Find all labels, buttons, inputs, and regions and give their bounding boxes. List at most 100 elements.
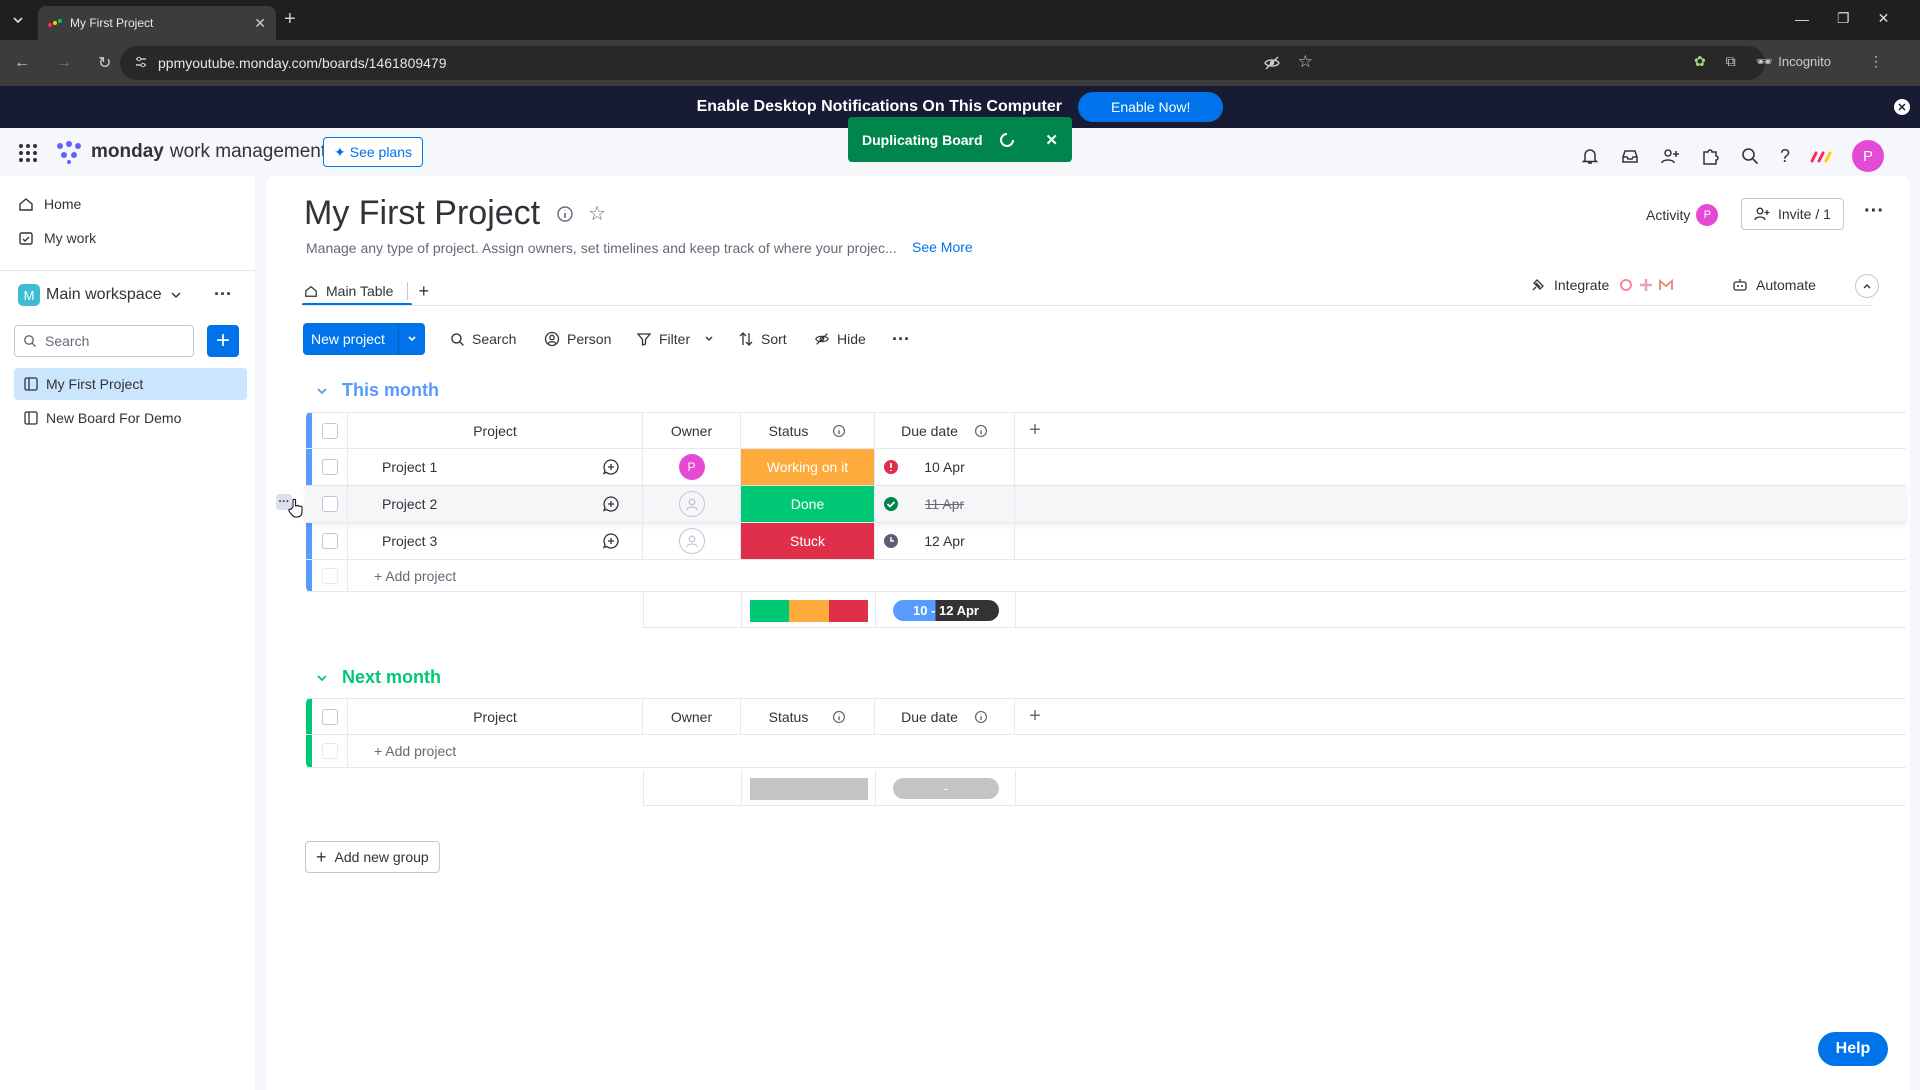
add-update-icon[interactable] xyxy=(579,449,643,485)
add-project-row[interactable]: + Add project xyxy=(306,735,1906,768)
reload-icon[interactable]: ↻ xyxy=(98,53,111,73)
site-info-icon[interactable] xyxy=(134,55,148,69)
close-banner-icon[interactable]: ✕ xyxy=(1894,99,1910,115)
toolbar-person-button[interactable]: Person xyxy=(544,323,611,355)
toolbar-sort-button[interactable]: Sort xyxy=(738,323,787,355)
workspace-selector[interactable]: M Main workspace xyxy=(18,284,182,306)
help-question-icon[interactable]: ? xyxy=(1780,146,1790,167)
item-name[interactable]: Project 3 xyxy=(348,523,579,559)
close-toast-icon[interactable]: ✕ xyxy=(1045,131,1058,149)
tab-list-chevron-icon[interactable] xyxy=(10,12,26,28)
column-header-owner[interactable]: Owner xyxy=(643,699,741,734)
invite-members-icon[interactable] xyxy=(1660,146,1680,166)
owner-cell[interactable]: P xyxy=(643,449,741,485)
sidebar-item-my-work[interactable]: My work xyxy=(0,222,255,254)
see-plans-button[interactable]: ✦ See plans xyxy=(323,137,424,167)
select-all-checkbox[interactable] xyxy=(321,708,338,725)
puzzle-icon[interactable]: ⧉ xyxy=(1726,53,1736,70)
select-all-checkbox[interactable] xyxy=(321,422,338,439)
incognito-indicator[interactable]: 🕶 Incognito xyxy=(1756,54,1831,70)
column-header-due-date[interactable]: Due date xyxy=(875,413,1015,448)
close-window-icon[interactable]: ✕ xyxy=(1878,10,1890,27)
notifications-bell-icon[interactable] xyxy=(1580,146,1600,166)
group-header-next-month[interactable]: Next month xyxy=(316,667,441,688)
sidebar-search-input[interactable]: Search xyxy=(14,325,194,357)
search-icon[interactable] xyxy=(1740,146,1760,166)
back-icon[interactable]: ← xyxy=(14,54,30,72)
item-name[interactable]: Project 2 xyxy=(348,486,579,522)
favorite-star-icon[interactable]: ☆ xyxy=(588,201,606,226)
monday-logo[interactable]: monday work management xyxy=(55,140,326,164)
automate-button[interactable]: Automate xyxy=(1732,277,1816,293)
column-header-project[interactable]: Project xyxy=(348,699,643,734)
timeline-summary-pill[interactable]: - xyxy=(893,778,999,799)
toolbar-more-icon[interactable]: ··· xyxy=(892,323,910,355)
toolbar-hide-button[interactable]: Hide xyxy=(814,323,866,355)
close-tab-icon[interactable]: ✕ xyxy=(254,15,266,32)
minimize-icon[interactable]: — xyxy=(1795,11,1809,27)
group-title[interactable]: This month xyxy=(342,380,439,401)
collapse-header-icon[interactable] xyxy=(1855,274,1879,298)
address-bar[interactable]: ppmyoutube.monday.com/boards/1461809479 … xyxy=(120,46,1765,80)
add-project-input[interactable]: + Add project xyxy=(348,560,748,591)
group-title[interactable]: Next month xyxy=(342,667,441,688)
add-project-row[interactable]: + Add project xyxy=(306,560,1906,592)
owner-cell[interactable] xyxy=(643,486,741,522)
column-header-project[interactable]: Project xyxy=(348,413,643,448)
status-cell[interactable]: Working on it xyxy=(741,449,875,485)
new-project-button[interactable]: New project xyxy=(303,323,425,355)
add-item-button[interactable]: + xyxy=(207,325,239,357)
forward-icon[interactable]: → xyxy=(56,54,72,72)
workspace-more-icon[interactable]: ··· xyxy=(214,284,232,305)
table-row[interactable]: Project 3 Stuck 12 Apr xyxy=(306,523,1906,560)
row-checkbox[interactable] xyxy=(321,459,338,475)
table-row[interactable]: Project 1 P Working on it 10 Apr xyxy=(306,449,1906,486)
column-header-owner[interactable]: Owner xyxy=(643,413,741,448)
tab-main-table[interactable]: Main Table + xyxy=(304,276,429,306)
board-more-icon[interactable]: ··· xyxy=(1864,200,1884,223)
board-title[interactable]: My First Project xyxy=(304,194,540,233)
add-view-icon[interactable]: + xyxy=(418,281,429,302)
sidebar-board-new-board-for-demo[interactable]: New Board For Demo xyxy=(14,402,247,434)
sidebar-board-my-first-project[interactable]: My First Project xyxy=(14,368,247,400)
invite-button[interactable]: Invite / 1 xyxy=(1741,198,1844,230)
browser-menu-icon[interactable]: ⋮ xyxy=(1869,53,1883,70)
add-project-input[interactable]: + Add project xyxy=(348,735,748,767)
info-icon[interactable] xyxy=(974,424,988,438)
column-header-status[interactable]: Status xyxy=(741,699,875,734)
apps-puzzle-icon[interactable] xyxy=(1700,146,1720,166)
status-cell[interactable]: Stuck xyxy=(741,523,875,559)
table-row[interactable]: Project 2 Done 11 Apr xyxy=(306,486,1906,523)
column-header-status[interactable]: Status xyxy=(741,413,875,448)
info-icon[interactable] xyxy=(974,710,988,724)
info-icon[interactable] xyxy=(556,205,574,223)
row-checkbox[interactable] xyxy=(321,496,338,512)
integrate-button[interactable]: Integrate xyxy=(1530,277,1674,293)
add-column-icon[interactable]: + xyxy=(1015,413,1055,448)
enable-now-button[interactable]: Enable Now! xyxy=(1077,92,1224,122)
row-checkbox[interactable] xyxy=(321,533,338,549)
inbox-icon[interactable] xyxy=(1620,146,1640,166)
new-tab-icon[interactable]: + xyxy=(284,8,296,31)
empty-status-bar[interactable] xyxy=(750,778,868,800)
see-more-link[interactable]: See More xyxy=(912,239,973,255)
group-header-this-month[interactable]: This month xyxy=(316,380,439,401)
info-icon[interactable] xyxy=(832,710,846,724)
chevron-down-icon[interactable] xyxy=(399,334,425,344)
due-date-cell[interactable]: 12 Apr xyxy=(875,523,1015,559)
due-date-cell[interactable]: 11 Apr xyxy=(875,486,1015,522)
browser-tab[interactable]: My First Project ✕ xyxy=(38,6,276,40)
add-update-icon[interactable] xyxy=(579,523,643,559)
info-icon[interactable] xyxy=(832,424,846,438)
eye-off-icon[interactable] xyxy=(1263,54,1281,72)
restore-icon[interactable]: ❐ xyxy=(1837,10,1850,27)
column-header-due-date[interactable]: Due date xyxy=(875,699,1015,734)
add-new-group-button[interactable]: + Add new group xyxy=(305,841,440,873)
timeline-summary-pill[interactable]: 10 - 12 Apr xyxy=(893,600,999,621)
due-date-cell[interactable]: 10 Apr xyxy=(875,449,1015,485)
activity-button[interactable]: Activity P xyxy=(1646,204,1719,226)
bookmark-star-icon[interactable]: ☆ xyxy=(1298,52,1313,72)
item-name[interactable]: Project 1 xyxy=(348,449,579,485)
add-column-icon[interactable]: + xyxy=(1015,699,1055,734)
status-distribution-bar[interactable] xyxy=(750,600,868,622)
